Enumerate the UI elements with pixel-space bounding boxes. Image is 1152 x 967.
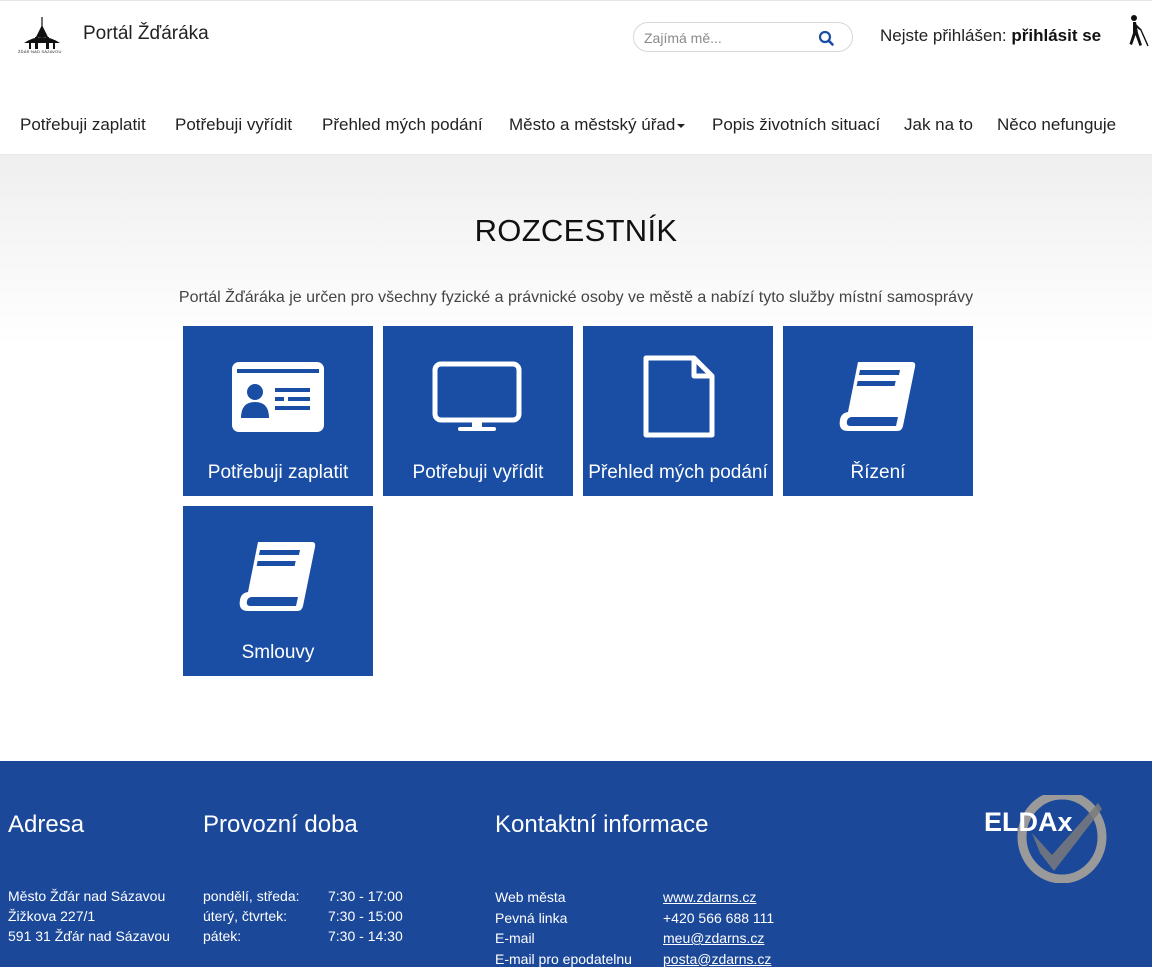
search-input[interactable] (644, 28, 814, 48)
tile-label: Přehled mých podání (588, 462, 768, 483)
address-line: Město Žďár nad Sázavou (8, 888, 166, 904)
id-card-icon (232, 362, 324, 432)
nav-item-jak-na-to[interactable]: Jak na to (904, 115, 973, 135)
search-box (633, 22, 853, 52)
footer-address: Město Žďár nad Sázavou Žižkova 227/1 591… (8, 886, 170, 946)
address-line: 591 31 Žďár nad Sázavou (8, 928, 170, 944)
contact-label: Pevná linka (495, 909, 568, 926)
book-icon (239, 542, 316, 611)
nav-item-label: Něco nefunguje (997, 115, 1117, 134)
epodatelna-email-link[interactable]: posta@zdarns.cz (663, 951, 771, 967)
contact-label: Web města (495, 889, 566, 905)
hours-time: 7:30 - 15:00 (328, 908, 403, 924)
email-link[interactable]: meu@zdarns.cz (663, 930, 764, 946)
footer-hours-days: pondělí, středa: úterý, čtvrtek: pátek: (203, 886, 300, 946)
phone-number: +420 566 688 111 (663, 909, 775, 926)
book-icon (839, 362, 916, 431)
hours-time: 7:30 - 17:00 (328, 888, 403, 904)
web-link[interactable]: www.zdarns.cz (663, 889, 756, 905)
footer-address-heading: Adresa (8, 811, 85, 838)
hours-days: pátek: (203, 928, 242, 944)
nav-item-label: Jak na to (904, 115, 973, 134)
nav-item-label: Potřebuji zaplatit (20, 115, 146, 134)
tile-smlouvy[interactable]: Smlouvy (183, 506, 373, 676)
contact-label: E-mail pro epodatelnu (495, 950, 632, 967)
caret-down-icon (677, 123, 686, 128)
main-navigation: Potřebuji zaplatit Potřebuji vyřídit Pře… (0, 115, 1152, 139)
nav-item-prehled-podani[interactable]: Přehled mých podání (322, 115, 483, 135)
nav-item-label: Město a městský úřad (509, 115, 676, 134)
logo-caption: ŽĎÁR NAD SÁZAVOU (18, 49, 62, 54)
tile-prehled-podani[interactable]: Přehled mých podání (583, 326, 773, 496)
nav-item-label: Popis životních situací (712, 115, 881, 134)
tile-rizeni[interactable]: Řízení (783, 326, 973, 496)
tile-label: Smlouvy (241, 642, 315, 663)
nav-item-zivotni-situace[interactable]: Popis životních situací (712, 115, 880, 135)
hours-time: 7:30 - 14:30 (328, 928, 403, 944)
eldax-wordmark: ELDAx (984, 807, 1073, 837)
tile-potrebuji-zaplatit[interactable]: Potřebuji zaplatit (183, 326, 373, 496)
address-line: Žižkova 227/1 (8, 908, 96, 924)
tile-potrebuji-vyridit[interactable]: Potřebuji vyřídit (383, 326, 573, 496)
footer-hours-heading: Provozní doba (203, 811, 358, 838)
nav-item-label: Potřebuji vyřídit (175, 115, 293, 134)
hours-days: úterý, čtvrtek: (203, 908, 288, 924)
portal-title[interactable]: Portál Žďáráka (83, 23, 209, 45)
accessibility-blind-icon[interactable] (1122, 14, 1150, 48)
page-title: ROZCESTNÍK (474, 213, 678, 248)
footer: Adresa Město Žďár nad Sázavou Žižkova 22… (0, 761, 1152, 967)
nav-item-neco-nefunguje[interactable]: Něco nefunguje (997, 115, 1116, 135)
login-status-label: Nejste přihlášen: (880, 26, 1007, 45)
page-subtitle: Portál Žďáráka je určen pro všechny fyzi… (178, 289, 974, 306)
nav-item-label: Přehled mých podání (322, 115, 483, 134)
tile-label: Potřebuji zaplatit (207, 462, 349, 483)
login-status: Nejste přihlášen: přihlásit se (880, 26, 1101, 46)
nav-item-mesto-a-urad[interactable]: Město a městský úřad (509, 115, 686, 135)
search-icon[interactable] (816, 28, 838, 48)
eldax-logo[interactable]: ELDAx (980, 790, 1110, 884)
hours-days: pondělí, středa: (203, 888, 300, 904)
login-link[interactable]: přihlásit se (1011, 26, 1101, 45)
monitor-icon (432, 361, 522, 431)
footer-hours-times: 7:30 - 17:00 7:30 - 15:00 7:30 - 14:30 (328, 886, 403, 946)
footer-contact-labels: Web města Pevná linka E-mail E-mail pro … (495, 887, 632, 967)
document-icon (643, 355, 715, 438)
footer-contact-heading: Kontaktní informace (495, 811, 709, 838)
nav-item-potrebuji-vyridit[interactable]: Potřebuji vyřídit (175, 115, 292, 135)
nav-item-potrebuji-zaplatit[interactable]: Potřebuji zaplatit (20, 115, 146, 135)
tile-label: Řízení (850, 462, 906, 483)
tile-label: Potřebuji vyřídit (412, 462, 544, 483)
footer-contact-values: www.zdarns.cz +420 566 688 111 meu@zdarn… (663, 887, 774, 967)
top-header: ŽĎÁR NAD SÁZAVOU Portál Žďáráka Nejste p… (0, 0, 1152, 155)
contact-label: E-mail (495, 930, 535, 946)
